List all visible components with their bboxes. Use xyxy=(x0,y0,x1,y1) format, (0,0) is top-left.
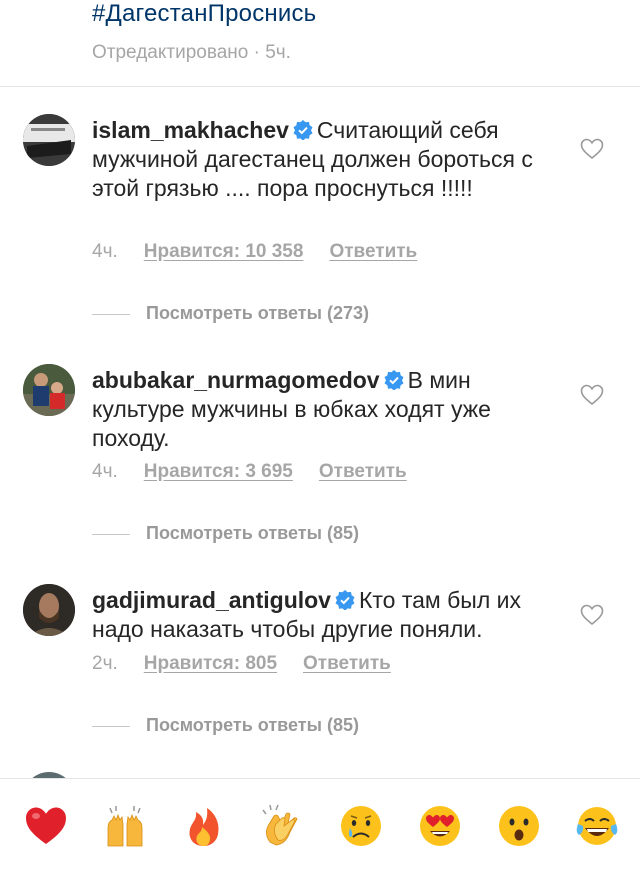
like-heart-icon[interactable] xyxy=(580,384,604,406)
comment-username[interactable]: islam_makhachev xyxy=(92,117,289,143)
verified-badge-icon xyxy=(335,590,355,610)
heart-eyes-icon[interactable] xyxy=(417,803,463,849)
view-replies-label: Посмотреть ответы (273) xyxy=(146,303,369,323)
comment-text: islam_makhachev Считающий себя мужчиной д… xyxy=(92,116,562,203)
comment-actions: 2ч. Нравится: 805 Ответить xyxy=(92,653,391,675)
divider xyxy=(0,86,640,87)
clapping-hands-icon[interactable] xyxy=(259,803,305,849)
comment-time: 4ч. xyxy=(92,241,118,262)
verified-badge-icon xyxy=(293,120,313,140)
crying-face-icon[interactable] xyxy=(338,803,384,849)
tears-of-joy-icon[interactable] xyxy=(574,803,620,849)
view-replies-button[interactable]: Посмотреть ответы (273) xyxy=(92,303,369,324)
comment-text: abubakar_nurmagomedov В мин культуре мужч… xyxy=(92,366,562,453)
replies-line xyxy=(92,725,130,727)
surprised-face-icon[interactable] xyxy=(496,803,542,849)
reply-button[interactable]: Ответить xyxy=(329,241,417,263)
post-hashtag[interactable]: #ДагестанПроснись xyxy=(92,0,316,28)
likes-count-link[interactable]: Нравится: 10 358 xyxy=(144,241,304,263)
raising-hands-icon[interactable] xyxy=(102,803,148,849)
replies-line xyxy=(92,313,130,315)
like-heart-icon[interactable] xyxy=(580,604,604,626)
like-heart-icon[interactable] xyxy=(580,138,604,160)
replies-line xyxy=(92,533,130,535)
view-replies-label: Посмотреть ответы (85) xyxy=(146,523,359,543)
comment-time: 2ч. xyxy=(92,653,118,674)
verified-badge-icon xyxy=(384,370,404,390)
emoji-reaction-bar xyxy=(0,779,640,871)
view-replies-button[interactable]: Посмотреть ответы (85) xyxy=(92,523,359,544)
fire-icon[interactable] xyxy=(181,803,227,849)
post-edited-meta: Отредактировано · 5ч. xyxy=(92,42,291,63)
avatar[interactable] xyxy=(23,364,75,416)
comment-actions: 4ч. Нравится: 10 358 Ответить xyxy=(92,241,417,263)
comment-time: 4ч. xyxy=(92,461,118,482)
comment-actions: 4ч. Нравится: 3 695 Ответить xyxy=(92,461,407,483)
likes-count-link[interactable]: Нравится: 3 695 xyxy=(144,461,293,483)
avatar[interactable] xyxy=(23,584,75,636)
likes-count-link[interactable]: Нравится: 805 xyxy=(144,653,277,675)
reply-button[interactable]: Ответить xyxy=(319,461,407,483)
reply-button[interactable]: Ответить xyxy=(303,653,391,675)
comment-username[interactable]: gadjimurad_antigulov xyxy=(92,587,331,613)
avatar[interactable] xyxy=(23,114,75,166)
red-heart-icon[interactable] xyxy=(23,803,69,849)
view-replies-label: Посмотреть ответы (85) xyxy=(146,715,359,735)
comment-username[interactable]: abubakar_nurmagomedov xyxy=(92,367,380,393)
view-replies-button[interactable]: Посмотреть ответы (85) xyxy=(92,715,359,736)
comment-text: gadjimurad_antigulov Кто там был их надо … xyxy=(92,586,562,644)
